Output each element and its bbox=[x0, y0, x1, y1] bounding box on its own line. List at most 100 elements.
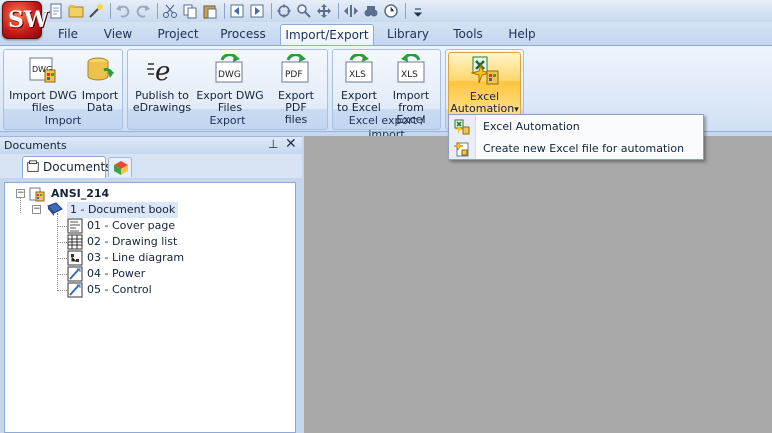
tree-line bbox=[57, 290, 67, 291]
excel-automation-dropdown: Excel Automation Create new Excel file f… bbox=[448, 114, 704, 160]
tab-import-export[interactable]: Import/Export bbox=[280, 24, 374, 46]
tab-process[interactable]: Process bbox=[216, 24, 270, 46]
page-label: 03 - Line diagram bbox=[87, 251, 185, 264]
import-xls-icon: XLS bbox=[397, 54, 425, 83]
paste-icon[interactable] bbox=[202, 3, 218, 19]
documents-tab-icon bbox=[27, 160, 39, 172]
previous-page-icon[interactable] bbox=[229, 3, 245, 19]
redo-icon[interactable] bbox=[135, 3, 151, 19]
document-book-label: 1 - Document book bbox=[67, 202, 179, 218]
tree-line bbox=[57, 226, 67, 227]
copy-icon[interactable] bbox=[182, 3, 198, 19]
open-icon[interactable] bbox=[68, 3, 84, 19]
publish-to-edrawings-button[interactable]: e Publish to eDrawings bbox=[130, 52, 194, 114]
tab-library[interactable]: Library bbox=[382, 24, 434, 46]
import-dwg-files-button[interactable]: DWG Import DWG files bbox=[7, 52, 79, 114]
tab-documents[interactable]: Documents bbox=[22, 156, 111, 178]
new-document-icon[interactable] bbox=[48, 3, 64, 19]
excel-automation-button[interactable]: Excel Automation▾ bbox=[448, 52, 521, 116]
excel-automation-menu-icon bbox=[454, 119, 470, 135]
zoom-icon[interactable] bbox=[296, 3, 312, 19]
next-page-icon[interactable] bbox=[249, 3, 265, 19]
export-excel-line2: to Excel bbox=[337, 101, 381, 114]
tab-help[interactable]: Help bbox=[500, 24, 544, 46]
toolbar-separator bbox=[224, 3, 225, 19]
import-data-icon bbox=[87, 57, 114, 81]
drawing-workspace bbox=[304, 136, 772, 433]
excel-automation-icon bbox=[469, 56, 498, 85]
application-menu-button[interactable]: SW bbox=[2, 1, 49, 39]
drawing-list-icon bbox=[67, 234, 83, 250]
export-to-excel-button[interactable]: XLS Export to Excel bbox=[335, 52, 383, 114]
svg-text:XLS: XLS bbox=[401, 70, 418, 80]
zoom-fit-icon[interactable] bbox=[276, 3, 292, 19]
import-dwg-line2: files bbox=[31, 101, 55, 114]
pan-icon[interactable] bbox=[316, 3, 332, 19]
svg-text:XLS: XLS bbox=[349, 70, 366, 80]
toolbar-separator bbox=[338, 3, 339, 19]
tree-line bbox=[57, 274, 67, 275]
tree-node-document-book[interactable]: − 1 - Document book bbox=[31, 202, 179, 218]
edrawings-icon: e bbox=[147, 57, 170, 86]
import-data-button[interactable]: Import Data bbox=[80, 52, 120, 114]
ribbon-tab-bar: File View Project Process Import/Export … bbox=[0, 22, 772, 46]
components-cube-icon bbox=[114, 161, 128, 175]
tree-line bbox=[57, 258, 67, 259]
customize-toolbar-icon[interactable] bbox=[410, 3, 426, 19]
tab-project[interactable]: Project bbox=[152, 24, 204, 46]
svg-text:e: e bbox=[155, 57, 170, 86]
tree-line bbox=[57, 213, 58, 291]
menu-item-label: Create new Excel file for automation bbox=[483, 142, 685, 155]
ribbon-group-excel-export-import: XLS Export to Excel XLS Import from Exce… bbox=[332, 49, 441, 141]
ribbon-group-export: e Publish to eDrawings DWG Export DWG Fi… bbox=[127, 49, 328, 130]
app-logo-text: SW bbox=[8, 7, 49, 33]
group-label-excel: Excel export / import bbox=[348, 114, 425, 141]
clock-icon[interactable] bbox=[383, 3, 399, 19]
group-label-export: Export bbox=[209, 114, 246, 127]
collapse-toggle-icon[interactable]: − bbox=[16, 189, 25, 198]
toolbar-separator bbox=[157, 3, 158, 19]
svg-text:DWG: DWG bbox=[218, 70, 241, 80]
close-icon[interactable]: ✕ bbox=[285, 136, 297, 152]
page-label: 01 - Cover page bbox=[87, 219, 176, 232]
export-dwg-line2: Files bbox=[217, 101, 243, 114]
svg-text:PDF: PDF bbox=[285, 70, 303, 80]
toolbar-separator bbox=[405, 3, 406, 19]
page-label: 04 - Power bbox=[87, 267, 146, 280]
project-icon bbox=[29, 187, 45, 202]
group-label-import: Import bbox=[44, 114, 82, 127]
documents-panel-header: Documents ⊥ ✕ bbox=[0, 136, 302, 154]
collapse-toggle-icon[interactable]: − bbox=[32, 205, 41, 214]
wizard-icon[interactable] bbox=[88, 3, 104, 19]
toolbar-separator bbox=[110, 3, 111, 19]
book-icon bbox=[47, 202, 63, 216]
menu-item-create-new-excel-file[interactable]: Create new Excel file for automation bbox=[449, 138, 703, 160]
toolbar-separator bbox=[271, 3, 272, 19]
find-icon[interactable] bbox=[363, 3, 379, 19]
tab-file[interactable]: File bbox=[48, 24, 88, 46]
page-label: 02 - Drawing list bbox=[87, 235, 178, 248]
move-icon[interactable] bbox=[343, 3, 359, 19]
tab-tools[interactable]: Tools bbox=[446, 24, 490, 46]
tab-components[interactable] bbox=[108, 157, 132, 177]
page-label: 05 - Control bbox=[87, 283, 152, 296]
undo-icon[interactable] bbox=[115, 3, 131, 19]
tab-view[interactable]: View bbox=[98, 24, 138, 46]
pin-icon[interactable]: ⊥ bbox=[268, 137, 278, 151]
documents-tree: − ANSI_214 − 1 - Document book 01 - Cove… bbox=[4, 182, 296, 433]
quick-access-toolbar: SW bbox=[0, 0, 772, 39]
line-diagram-icon bbox=[67, 250, 83, 266]
export-pdf-icon: PDF bbox=[281, 54, 309, 83]
cut-icon[interactable] bbox=[162, 3, 178, 19]
menu-item-excel-automation[interactable]: Excel Automation bbox=[449, 116, 703, 138]
schematic-page-icon bbox=[67, 266, 83, 282]
quick-access-icons bbox=[48, 2, 430, 20]
export-pdf-line1: Export PDF bbox=[277, 89, 314, 114]
export-dwg-files-button[interactable]: DWG Export DWG Files bbox=[196, 52, 264, 114]
import-dwg-icon: DWG bbox=[29, 57, 56, 83]
ribbon-group-import: DWG Import DWG files Import Data Import bbox=[3, 49, 123, 130]
export-xls-icon: XLS bbox=[345, 54, 373, 83]
schematic-page-icon bbox=[67, 282, 83, 298]
import-data-line2: Data bbox=[86, 101, 114, 114]
menu-item-label: Excel Automation bbox=[483, 120, 580, 133]
